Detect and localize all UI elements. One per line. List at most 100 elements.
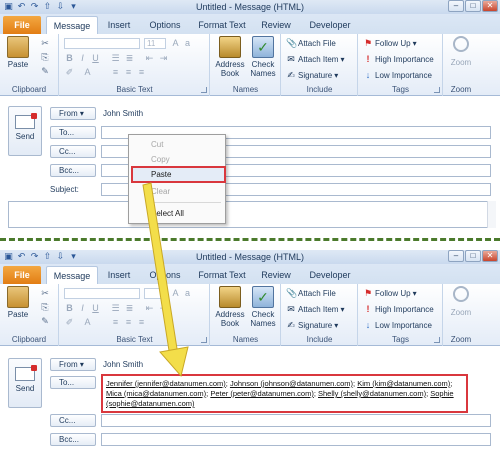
- attach-item-button[interactable]: ✉ Attach Item ▾: [286, 54, 344, 64]
- check-names-button[interactable]: ✓ Check Names: [248, 36, 278, 78]
- shrink-font-icon[interactable]: a: [182, 38, 193, 49]
- font-size-combo[interactable]: 11: [144, 38, 166, 49]
- underline-icon[interactable]: U: [90, 303, 101, 314]
- menu-item-cut[interactable]: Cut: [129, 138, 225, 152]
- recipient[interactable]: Jennifer (jennifer@datanumen.com): [106, 379, 226, 388]
- follow-up-button[interactable]: ⚑ Follow Up ▾: [363, 288, 417, 298]
- signature-button[interactable]: ✍ Signature ▾: [286, 320, 338, 330]
- bcc-field[interactable]: [101, 433, 491, 446]
- attach-item-button[interactable]: ✉ Attach Item ▾: [286, 304, 344, 314]
- send-button[interactable]: Send: [8, 358, 42, 408]
- align-left-icon[interactable]: ≡: [110, 317, 121, 328]
- cc-button[interactable]: Cc...: [50, 145, 96, 158]
- align-right-icon[interactable]: ≡: [136, 317, 147, 328]
- grow-font-icon[interactable]: A: [170, 38, 181, 49]
- underline-icon[interactable]: U: [90, 53, 101, 64]
- copy-icon[interactable]: ⎘: [40, 302, 50, 312]
- recipient[interactable]: Shelly (shelly@datanumen.com): [318, 389, 426, 398]
- tab-message[interactable]: Message: [46, 16, 98, 34]
- basic-text-launcher[interactable]: [201, 337, 207, 343]
- tab-insert[interactable]: Insert: [104, 266, 134, 284]
- indent-icon[interactable]: ⇥: [158, 53, 169, 64]
- maximize-button[interactable]: □: [465, 0, 481, 12]
- italic-icon[interactable]: I: [77, 303, 88, 314]
- high-importance-button[interactable]: ! High Importance: [363, 304, 434, 314]
- close-button[interactable]: ✕: [482, 250, 498, 262]
- minimize-button[interactable]: –: [448, 0, 464, 12]
- from-button[interactable]: From ▾: [50, 358, 96, 371]
- grow-font-icon[interactable]: A: [170, 288, 181, 299]
- zoom-button[interactable]: Zoom: [446, 36, 476, 67]
- bold-icon[interactable]: B: [64, 53, 75, 64]
- signature-button[interactable]: ✍ Signature ▾: [286, 70, 338, 80]
- tab-options[interactable]: Options: [146, 16, 184, 34]
- highlight-icon[interactable]: ✐: [64, 67, 75, 78]
- paste-button[interactable]: Paste: [4, 36, 32, 69]
- recipient[interactable]: Kim (kim@datanumen.com): [357, 379, 450, 388]
- from-button[interactable]: From ▾: [50, 107, 96, 120]
- cc-field[interactable]: [101, 414, 491, 427]
- italic-icon[interactable]: I: [77, 53, 88, 64]
- to-button[interactable]: To...: [50, 376, 96, 389]
- menu-item-select-all[interactable]: Select All: [129, 207, 225, 221]
- basic-text-launcher[interactable]: [201, 87, 207, 93]
- copy-icon[interactable]: ⎘: [40, 52, 50, 62]
- minimize-button[interactable]: –: [448, 250, 464, 262]
- tab-insert[interactable]: Insert: [104, 16, 134, 34]
- recipient[interactable]: Peter (peter@datanumen.com): [210, 389, 314, 398]
- align-left-icon[interactable]: ≡: [110, 67, 121, 78]
- body-scrollbar[interactable]: [487, 201, 496, 228]
- format-painter-icon[interactable]: ✎: [40, 316, 50, 326]
- to-button[interactable]: To...: [50, 126, 96, 139]
- font-name-combo[interactable]: [64, 38, 140, 49]
- font-color-icon[interactable]: A: [82, 317, 93, 328]
- send-button[interactable]: Send: [8, 106, 42, 156]
- tab-developer[interactable]: Developer: [306, 16, 354, 34]
- bullets-icon[interactable]: ☰: [110, 303, 121, 314]
- address-book-button[interactable]: Address Book: [213, 36, 247, 78]
- highlight-icon[interactable]: ✐: [64, 317, 75, 328]
- outdent-icon[interactable]: ⇤: [144, 303, 155, 314]
- tab-file[interactable]: File: [3, 16, 41, 34]
- tab-review[interactable]: Review: [258, 266, 294, 284]
- outdent-icon[interactable]: ⇤: [144, 53, 155, 64]
- tab-file[interactable]: File: [3, 266, 41, 284]
- bullets-icon[interactable]: ☰: [110, 53, 121, 64]
- shrink-font-icon[interactable]: a: [182, 288, 193, 299]
- tags-launcher[interactable]: [434, 337, 440, 343]
- cc-button[interactable]: Cc...: [50, 414, 96, 427]
- attach-file-button[interactable]: 📎 Attach File: [286, 288, 336, 298]
- to-field-filled[interactable]: Jennifer (jennifer@datanumen.com); Johns…: [101, 374, 468, 413]
- close-button[interactable]: ✕: [482, 0, 498, 12]
- tab-format-text[interactable]: Format Text: [196, 266, 248, 284]
- font-color-icon[interactable]: A: [82, 67, 93, 78]
- tab-format-text[interactable]: Format Text: [196, 16, 248, 34]
- menu-item-clear[interactable]: Clear: [129, 185, 225, 199]
- low-importance-button[interactable]: ↓ Low Importance: [363, 320, 432, 330]
- align-center-icon[interactable]: ≡: [123, 67, 134, 78]
- tags-launcher[interactable]: [434, 87, 440, 93]
- bold-icon[interactable]: B: [64, 303, 75, 314]
- cut-icon[interactable]: ✂: [40, 288, 50, 298]
- tab-options[interactable]: Options: [146, 266, 184, 284]
- low-importance-button[interactable]: ↓ Low Importance: [363, 70, 432, 80]
- bcc-button[interactable]: Bcc...: [50, 433, 96, 446]
- address-book-button[interactable]: Address Book: [213, 286, 247, 328]
- tab-message[interactable]: Message: [46, 266, 98, 284]
- align-right-icon[interactable]: ≡: [136, 67, 147, 78]
- high-importance-button[interactable]: ! High Importance: [363, 54, 434, 64]
- paste-button[interactable]: Paste: [4, 286, 32, 319]
- recipient[interactable]: Johnson (johnson@datanumen.com): [230, 379, 353, 388]
- maximize-button[interactable]: □: [465, 250, 481, 262]
- follow-up-button[interactable]: ⚑ Follow Up ▾: [363, 38, 417, 48]
- menu-item-paste[interactable]: Paste: [129, 168, 225, 182]
- check-names-button[interactable]: ✓ Check Names: [248, 286, 278, 328]
- zoom-button[interactable]: Zoom: [446, 286, 476, 317]
- cut-icon[interactable]: ✂: [40, 38, 50, 48]
- tab-developer[interactable]: Developer: [306, 266, 354, 284]
- tab-review[interactable]: Review: [258, 16, 294, 34]
- indent-icon[interactable]: ⇥: [158, 303, 169, 314]
- format-painter-icon[interactable]: ✎: [40, 66, 50, 76]
- bcc-button[interactable]: Bcc...: [50, 164, 96, 177]
- menu-item-copy[interactable]: Copy: [129, 153, 225, 167]
